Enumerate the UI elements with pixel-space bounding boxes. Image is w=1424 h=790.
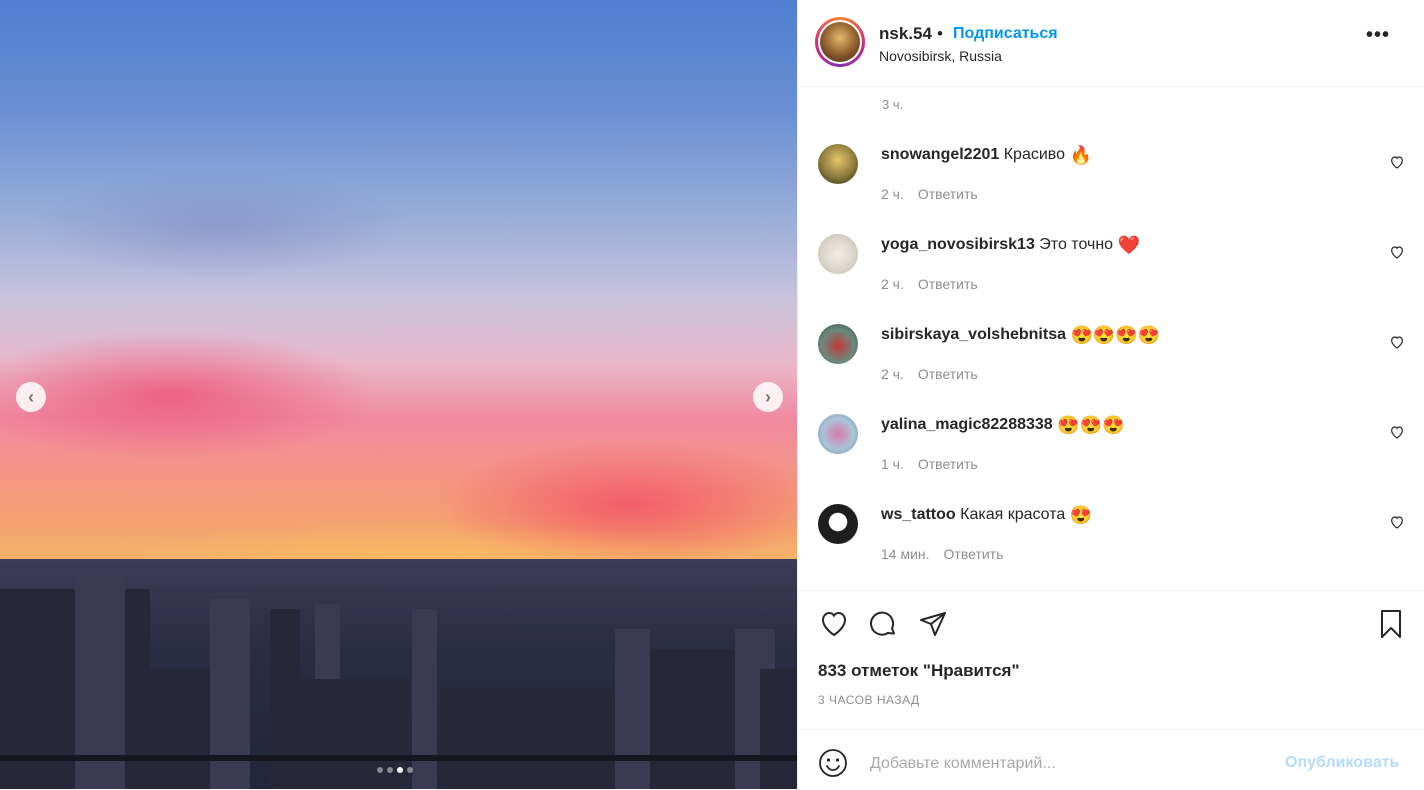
comment-input[interactable] — [868, 750, 1272, 778]
share-send-icon[interactable] — [917, 608, 949, 640]
comment-time: 14 мин. — [881, 546, 930, 562]
comment-meta: 2 ч. Ответить — [881, 276, 978, 292]
reply-button[interactable]: Ответить — [944, 546, 1004, 562]
chevron-left-icon: ‹ — [28, 386, 34, 407]
comment-body: ws_tattoo Какая красота 😍 — [881, 506, 1092, 524]
carousel-dot — [387, 767, 393, 773]
commenter-username[interactable]: snowangel2201 — [881, 146, 999, 163]
heart-eyes-emoji: 😍😍😍😍 — [1070, 325, 1161, 345]
heart-emoji: ❤️ — [1117, 235, 1140, 255]
building — [760, 669, 797, 789]
commenter-username[interactable]: yoga_novosibirsk13 — [881, 236, 1035, 253]
commenter-avatar[interactable] — [818, 324, 858, 364]
carousel-dot-active — [397, 767, 403, 773]
avatar-image — [820, 22, 860, 62]
comment-item: yoga_novosibirsk13 Это точно ❤️ 2 ч. Отве… — [798, 234, 1424, 324]
commenter-username[interactable]: ws_tattoo — [881, 506, 956, 523]
post-timestamp: 3 ЧАСОВ НАЗАД — [818, 693, 920, 707]
comment-meta: 2 ч. Ответить — [881, 366, 978, 382]
photo-cloud — [30, 170, 410, 280]
post-photo[interactable]: ‹ › — [0, 0, 797, 789]
comment-meta: 14 мин. Ответить — [881, 546, 1003, 562]
commenter-avatar[interactable] — [818, 144, 858, 184]
emoji-picker-icon[interactable] — [818, 748, 848, 778]
comments-list[interactable]: 3 ч. snowangel2201 Красиво 🔥 2 ч. Ответит… — [798, 87, 1424, 590]
comment-time: 2 ч. — [881, 366, 904, 382]
post-location[interactable]: Novosibirsk, Russia — [879, 48, 1002, 64]
carousel-dot — [407, 767, 413, 773]
reply-button[interactable]: Ответить — [918, 456, 978, 472]
comment-body: yoga_novosibirsk13 Это точно ❤️ — [881, 236, 1140, 254]
comment-bubble-icon[interactable] — [867, 608, 899, 640]
comment-meta: 2 ч. Ответить — [881, 186, 978, 202]
building — [412, 609, 437, 789]
post-header: nsk.54 • Подписаться Novosibirsk, Russia… — [798, 0, 1424, 87]
comment-text: Какая красота — [960, 506, 1066, 523]
building — [615, 629, 650, 789]
heart-eyes-emoji: 😍😍😍 — [1057, 415, 1125, 435]
heart-eyes-emoji: 😍 — [1069, 505, 1093, 525]
comment-meta: 1 ч. Ответить — [881, 456, 978, 472]
post-actions: 833 отметок "Нравится" 3 ЧАСОВ НАЗАД — [798, 590, 1424, 731]
comment-item: yalina_magic82288338 😍😍😍 1 ч. Ответить — [798, 414, 1424, 504]
like-heart-icon[interactable] — [818, 608, 850, 640]
next-slide-button[interactable]: › — [753, 382, 783, 412]
carousel-indicator — [377, 767, 413, 773]
more-options-icon[interactable]: ••• — [1366, 24, 1390, 47]
comment-item: sibirskaya_volshebnitsa 😍😍😍😍 2 ч. Ответит… — [798, 324, 1424, 414]
heart-icon[interactable] — [1389, 334, 1405, 350]
building — [650, 649, 740, 789]
reply-button[interactable]: Ответить — [918, 186, 978, 202]
prev-slide-button[interactable]: ‹ — [16, 382, 46, 412]
separator-dot: • — [937, 24, 943, 43]
comment-body: yalina_magic82288338 😍😍😍 — [881, 416, 1124, 434]
comment-body: snowangel2201 Красиво 🔥 — [881, 146, 1092, 164]
publish-button[interactable]: Опубликовать — [1285, 754, 1399, 772]
caption-timestamp: 3 ч. — [882, 97, 904, 112]
commenter-avatar[interactable] — [818, 234, 858, 274]
add-comment-bar: Опубликовать — [798, 729, 1424, 790]
comment-body: sibirskaya_volshebnitsa 😍😍😍😍 — [881, 326, 1160, 344]
heart-icon[interactable] — [1389, 424, 1405, 440]
carousel-dot — [377, 767, 383, 773]
comment-text: Красиво — [1003, 146, 1066, 163]
comment-time: 2 ч. — [881, 276, 904, 292]
reply-button[interactable]: Ответить — [918, 276, 978, 292]
author-avatar[interactable] — [815, 17, 865, 67]
likes-count[interactable]: 833 отметок "Нравится" — [818, 661, 1020, 681]
fire-emoji: 🔥 — [1069, 145, 1092, 165]
reply-button[interactable]: Ответить — [918, 366, 978, 382]
commenter-username[interactable]: yalina_magic82288338 — [881, 416, 1053, 433]
follow-button[interactable]: Подписаться — [953, 25, 1058, 43]
comment-text: Это точно — [1039, 236, 1114, 253]
post-side-panel: nsk.54 • Подписаться Novosibirsk, Russia… — [797, 0, 1424, 789]
photo-pink-cloud — [0, 330, 380, 460]
author-username[interactable]: nsk.54 — [879, 24, 932, 44]
bookmark-icon[interactable] — [1375, 608, 1407, 640]
building — [440, 689, 620, 789]
comment-time: 1 ч. — [881, 456, 904, 472]
comment-time: 2 ч. — [881, 186, 904, 202]
balcony-railing — [0, 755, 797, 761]
comment-item: snowangel2201 Красиво 🔥 2 ч. Ответить — [798, 144, 1424, 234]
heart-icon[interactable] — [1389, 154, 1405, 170]
commenter-avatar[interactable] — [818, 504, 858, 544]
building — [270, 609, 300, 789]
commenter-avatar[interactable] — [818, 414, 858, 454]
commenter-username[interactable]: sibirskaya_volshebnitsa — [881, 326, 1066, 343]
comment-item: ws_tattoo Какая красота 😍 14 мин. Ответит… — [798, 504, 1424, 590]
chevron-right-icon: › — [765, 386, 771, 407]
heart-icon[interactable] — [1389, 244, 1405, 260]
heart-icon[interactable] — [1389, 514, 1405, 530]
